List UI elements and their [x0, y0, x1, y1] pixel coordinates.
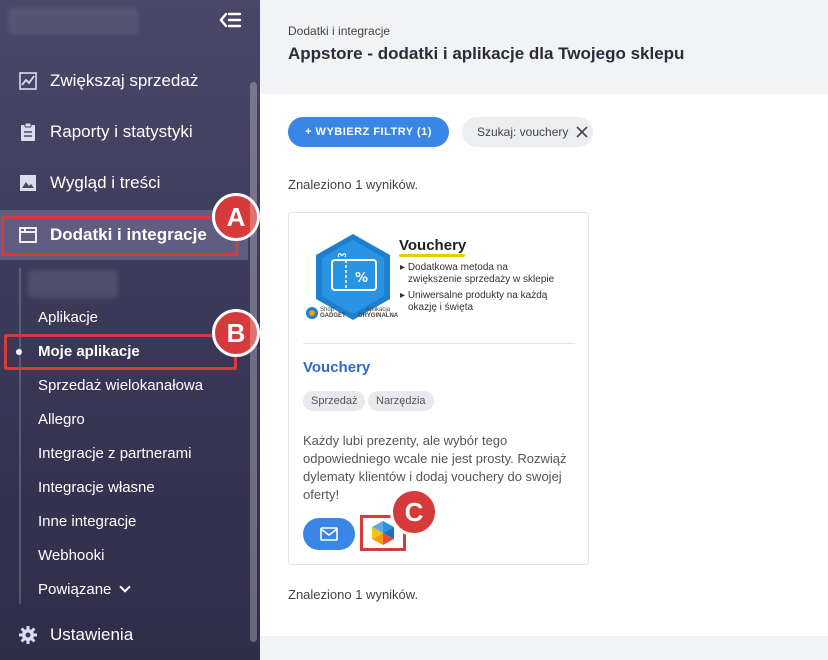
page-title: Appstore - dodatki i aplikacje dla Twoje… [288, 44, 685, 63]
sidebar-scrollbar[interactable] [250, 82, 257, 642]
search-filter-chip[interactable]: Szukaj: vouchery [462, 117, 593, 147]
breadcrumb[interactable]: Dodatki i integracje [288, 24, 390, 38]
results-count-top: Znaleziono 1 wyników. [288, 177, 419, 192]
store-logo-blurred [8, 8, 138, 34]
sidebar-subitem-label: Powiązane [38, 581, 112, 598]
gear-icon [19, 626, 37, 644]
svg-text:%: % [355, 271, 368, 286]
sidebar-subitem-sprzedaz-wielokanalowa[interactable]: Sprzedaż wielokanałowa [38, 377, 203, 394]
sidebar-subitem-integracje-partnerami[interactable]: Integracje z partnerami [38, 445, 191, 462]
contact-button[interactable] [303, 518, 355, 550]
search-filter-chip-label: Szukaj: vouchery [477, 125, 569, 139]
sidebar-item-label: Raporty i statystyki [50, 122, 193, 141]
banner-bullet-1: ▸ Dodatkowa metoda na zwiększenie sprzed… [400, 262, 555, 285]
card-divider [303, 343, 575, 344]
close-icon[interactable] [576, 126, 588, 138]
tag-sprzedaz: Sprzedaż [303, 391, 366, 411]
banner-title: Vouchery [399, 237, 467, 254]
sidebar-subitem-inne-integracje[interactable]: Inne integracje [38, 513, 136, 530]
sidebar-item-label: Wygląd i treści [50, 173, 161, 192]
chevron-down-icon [119, 581, 132, 593]
banner-bullet-2: ▸ Uniwersalne produkty na każdą okazję i… [400, 290, 548, 313]
original-app-badge: Aplikacja ORYGINALNA [358, 307, 399, 319]
sidebar-item-wyglad[interactable]: Wygląd i treści [0, 158, 248, 208]
tag-narzedzia: Narzędzia [368, 391, 434, 411]
sidebar-item-label: Zwiększaj sprzedaż [50, 71, 199, 90]
sidebar: Zwiększaj sprzedaż Raporty i statystyki … [0, 0, 260, 660]
shopgadget-logo-icon [306, 307, 318, 319]
choose-filters-button[interactable]: + WYBIERZ FILTRY (1) [288, 117, 449, 147]
sidebar-item-raporty[interactable]: Raporty i statystyki [0, 107, 248, 157]
sidebar-subitem-aplikacje[interactable]: Aplikacje [38, 309, 98, 326]
clipboard-icon [21, 122, 35, 141]
collapse-sidebar-icon[interactable] [218, 10, 242, 30]
annotation-highlight-b [4, 334, 237, 370]
image-icon [20, 175, 36, 191]
sidebar-subitem-webhooki[interactable]: Webhooki [38, 547, 104, 564]
card-description: Każdy lubi prezenty, ale wybór tego odpo… [303, 433, 567, 502]
annotation-badge-c: C [390, 488, 438, 536]
sidebar-item-zwiekszaj-sprzedaz[interactable]: Zwiększaj sprzedaż [0, 56, 248, 106]
card-title[interactable]: Vouchery [303, 359, 370, 376]
annotation-highlight-a [1, 216, 238, 256]
results-count-bottom: Znaleziono 1 wyników. [288, 587, 419, 602]
sidebar-subitem-integracje-wlasne[interactable]: Integracje własne [38, 479, 155, 496]
sidebar-item-ustawienia[interactable]: Ustawienia [0, 610, 248, 660]
sidebar-subitem-powiazane[interactable]: Powiązane [38, 581, 132, 598]
sidebar-subitem-allegro[interactable]: Allegro [38, 411, 85, 428]
chart-icon [19, 72, 37, 90]
shopgadget-logo-text: Shop GADGET [320, 307, 346, 319]
sidebar-item-label: Ustawienia [50, 625, 134, 644]
submenu-guide-line [19, 268, 21, 604]
submenu-item-blurred [28, 270, 118, 298]
mail-icon [320, 527, 338, 541]
banner-underline [399, 254, 465, 257]
